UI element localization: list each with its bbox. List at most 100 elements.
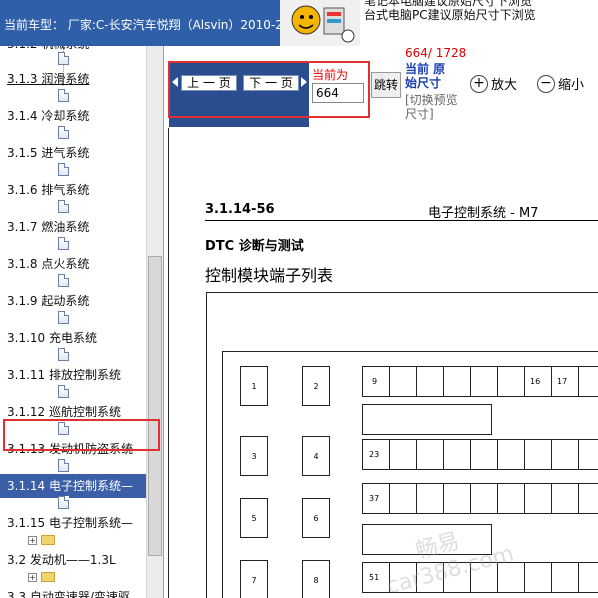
advice-line-1: 笔记本电脑建议原始尺寸下浏览 bbox=[364, 0, 533, 8]
chapter-tree[interactable]: 3.1.2 机械系统 3.1.3 润滑系统 3.1.4 冷却系统 3.1.5 进… bbox=[0, 46, 164, 598]
tree-item-cruise[interactable]: 3.1.12 巡航控制系统 bbox=[0, 400, 146, 424]
tree-item-intake[interactable]: 3.1.5 进气系统 bbox=[0, 141, 146, 165]
pin-cell bbox=[552, 484, 579, 513]
pin-23: 23 bbox=[363, 440, 390, 469]
document-icon bbox=[58, 496, 69, 509]
document-viewer[interactable]: 3.1.14-56 电子控制系统 - M7 DTC 诊断与测试 控制模块端子列表… bbox=[165, 128, 598, 598]
pin-1: 1 bbox=[240, 366, 268, 406]
mascot-logo bbox=[280, 0, 360, 46]
tree-item-ecu-m7[interactable]: 3.1.14 电子控制系统— bbox=[0, 474, 146, 498]
nav-highlight-box bbox=[168, 61, 370, 118]
pin-cell bbox=[498, 440, 525, 469]
document-icon bbox=[58, 163, 69, 176]
pin-17: 17 bbox=[552, 367, 579, 396]
tree-item-ignition[interactable]: 3.1.8 点火系统 bbox=[0, 252, 146, 276]
pin-8: 8 bbox=[302, 560, 330, 598]
document-icon bbox=[58, 348, 69, 361]
original-size-label[interactable]: 当前 原始尺寸 bbox=[405, 62, 455, 90]
car-model-bar: 当前车型： 厂家:C-长安汽车悦翔（Alsvin）2010-2012 bbox=[0, 0, 280, 46]
pin-5: 5 bbox=[240, 498, 268, 538]
sidebar-scrollbar[interactable] bbox=[146, 46, 163, 598]
pin-7: 7 bbox=[240, 560, 268, 598]
connector-diagram: 1 2 9 16 17 3 4 23 5 6 37 7 8 51 bbox=[206, 292, 598, 598]
tree-item-starting[interactable]: 3.1.9 起动系统 bbox=[0, 289, 146, 313]
page-count: 664/ 1728 bbox=[405, 46, 467, 60]
document-icon bbox=[58, 200, 69, 213]
doc-heading: 控制模块端子列表 bbox=[205, 266, 334, 285]
pin-16: 16 bbox=[525, 367, 552, 396]
pin-cell bbox=[525, 484, 552, 513]
toggle-preview-size-link[interactable]: [切换预览尺寸] bbox=[405, 93, 465, 121]
pin-cell bbox=[498, 367, 525, 396]
pin-cell bbox=[444, 484, 471, 513]
tree-item-lubrication[interactable]: 3.1.3 润滑系统 bbox=[0, 67, 146, 91]
browse-advice: 笔记本电脑建议原始尺寸下浏览 台式电脑PC建议原始尺寸下浏览 bbox=[360, 0, 598, 46]
document-icon bbox=[58, 459, 69, 472]
document-icon bbox=[58, 89, 69, 102]
zoom-out-label: 缩小 bbox=[558, 78, 585, 93]
pin-cell bbox=[471, 440, 498, 469]
zoom-out-icon: − bbox=[537, 74, 555, 93]
tree-item-engine-13l[interactable]: 3.2 发动机——1.3L bbox=[0, 548, 146, 572]
tree-item-charging[interactable]: 3.1.10 充电系统 bbox=[0, 326, 146, 350]
pin-9: 9 bbox=[363, 367, 390, 396]
pin-cell bbox=[471, 484, 498, 513]
zoom-in-icon: + bbox=[470, 74, 488, 93]
document-icon bbox=[58, 52, 69, 65]
pin-6: 6 bbox=[302, 498, 330, 538]
pin-2: 2 bbox=[302, 366, 330, 406]
zoom-out-button[interactable]: − 缩小 bbox=[537, 74, 584, 93]
pin-cell bbox=[498, 484, 525, 513]
connector-frame: 1 2 9 16 17 3 4 23 5 6 37 7 8 51 bbox=[222, 351, 598, 598]
pin-cell bbox=[417, 484, 444, 513]
pin-cell bbox=[390, 367, 417, 396]
pin-row-37: 37 bbox=[362, 483, 598, 514]
tree-item-fuel[interactable]: 3.1.7 燃油系统 bbox=[0, 215, 146, 239]
document-icon bbox=[58, 237, 69, 250]
pin-cell bbox=[417, 440, 444, 469]
document-icon bbox=[58, 274, 69, 287]
advice-line-2: 台式电脑PC建议原始尺寸下浏览 bbox=[364, 8, 536, 22]
pin-cell bbox=[390, 484, 417, 513]
pin-4: 4 bbox=[302, 436, 330, 476]
tree-item-ecu-2[interactable]: 3.1.15 电子控制系统— bbox=[0, 511, 146, 535]
jump-button[interactable]: 跳转 bbox=[371, 72, 401, 98]
pin-cell bbox=[417, 367, 444, 396]
scrollbar-thumb[interactable] bbox=[148, 256, 162, 556]
pin-cell bbox=[444, 440, 471, 469]
expand-toggle[interactable]: + bbox=[28, 573, 37, 582]
pin-cell bbox=[390, 440, 417, 469]
pin-cell bbox=[552, 563, 579, 592]
tree-item-immobilizer[interactable]: 3.1.13 发动机防盗系统 bbox=[0, 437, 146, 461]
doc-page-code: 3.1.14-56 bbox=[205, 202, 275, 217]
doc-subtitle: DTC 诊断与测试 bbox=[205, 239, 304, 254]
pin-block bbox=[362, 404, 492, 435]
zoom-in-label: 放大 bbox=[491, 78, 518, 93]
header-rule bbox=[205, 220, 598, 221]
pin-37: 37 bbox=[363, 484, 390, 513]
tree-item-transmission[interactable]: 3.3 自动变速器/变速驱 bbox=[0, 585, 146, 598]
pin-row-23: 23 bbox=[362, 439, 598, 470]
pin-row-9: 9 16 17 bbox=[362, 366, 598, 397]
pin-3: 3 bbox=[240, 436, 268, 476]
doc-section-title: 电子控制系统 - M7 bbox=[428, 206, 539, 221]
zoom-in-button[interactable]: + 放大 bbox=[470, 74, 517, 93]
car-model-text: 当前车型： 厂家:C-长安汽车悦翔（Alsvin）2010-2012 bbox=[4, 18, 280, 32]
folder-icon bbox=[41, 572, 55, 582]
pin-cell bbox=[471, 367, 498, 396]
document-icon bbox=[58, 385, 69, 398]
pin-cell bbox=[525, 440, 552, 469]
document-icon bbox=[58, 422, 69, 435]
document-icon bbox=[58, 311, 69, 324]
tree-item-mechanical[interactable]: 3.1.2 机械系统 bbox=[0, 46, 146, 56]
folder-icon bbox=[41, 535, 55, 545]
document-icon bbox=[58, 126, 69, 139]
tree-item-emission[interactable]: 3.1.11 排放控制系统 bbox=[0, 363, 146, 387]
pin-cell bbox=[444, 367, 471, 396]
expand-toggle[interactable]: + bbox=[28, 536, 37, 545]
pin-cell bbox=[552, 440, 579, 469]
pin-cell bbox=[525, 563, 552, 592]
tree-item-exhaust[interactable]: 3.1.6 排气系统 bbox=[0, 178, 146, 202]
page-border bbox=[168, 128, 169, 598]
tree-item-cooling[interactable]: 3.1.4 冷却系统 bbox=[0, 104, 146, 128]
